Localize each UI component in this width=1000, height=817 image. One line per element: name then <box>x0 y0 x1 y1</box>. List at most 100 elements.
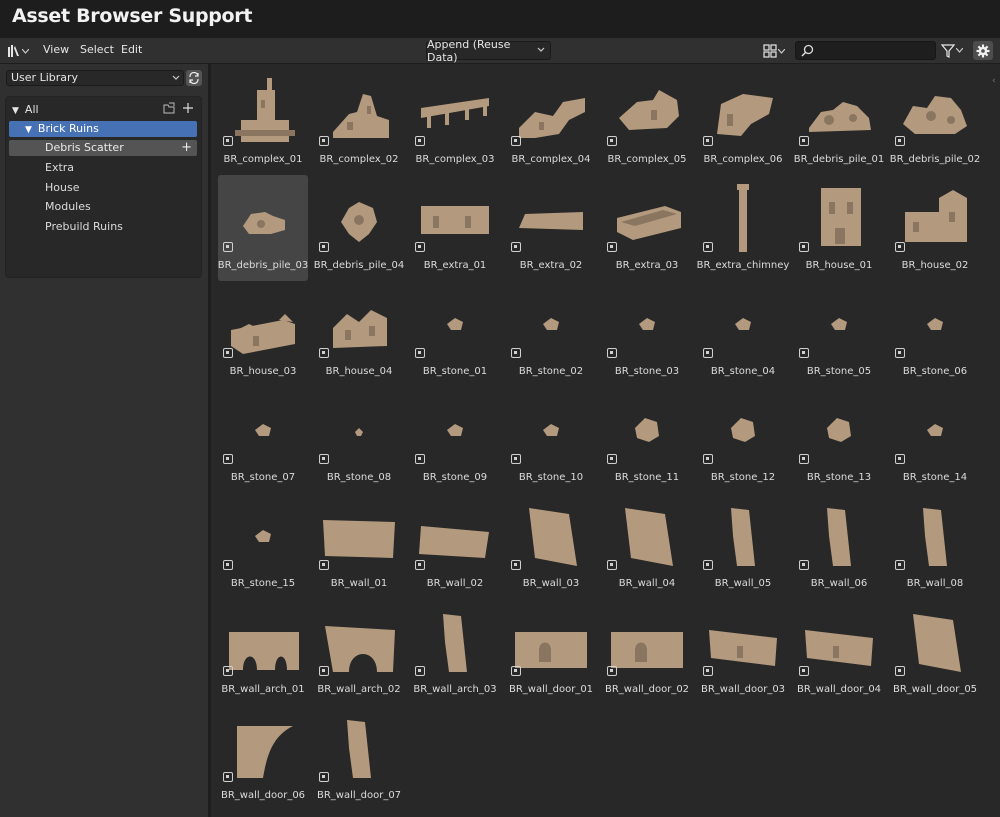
asset-tile[interactable]: BR_complex_02 <box>314 69 404 175</box>
asset-checkbox-icon[interactable] <box>319 666 329 676</box>
asset-checkbox-icon[interactable] <box>799 454 809 464</box>
asset-tile[interactable]: BR_extra_03 <box>602 175 692 281</box>
asset-tile[interactable]: BR_stone_12 <box>698 387 788 493</box>
asset-checkbox-icon[interactable] <box>319 348 329 358</box>
asset-checkbox-icon[interactable] <box>319 242 329 252</box>
asset-tile[interactable]: BR_complex_01 <box>218 69 308 175</box>
search-input[interactable] <box>795 41 936 60</box>
asset-checkbox-icon[interactable] <box>223 454 233 464</box>
asset-tile[interactable]: BR_debris_pile_01 <box>794 69 884 175</box>
asset-checkbox-icon[interactable] <box>223 348 233 358</box>
asset-tile[interactable]: BR_stone_02 <box>506 281 596 387</box>
catalog-debris-scatter[interactable]: Debris Scatter + <box>9 140 197 156</box>
asset-checkbox-icon[interactable] <box>799 136 809 146</box>
asset-tile[interactable]: BR_wall_door_07 <box>314 705 404 811</box>
expand-triangle-icon[interactable]: ▼ <box>12 103 19 119</box>
asset-checkbox-icon[interactable] <box>607 348 617 358</box>
asset-checkbox-icon[interactable] <box>319 454 329 464</box>
asset-checkbox-icon[interactable] <box>607 136 617 146</box>
asset-tile[interactable]: BR_stone_08 <box>314 387 404 493</box>
asset-checkbox-icon[interactable] <box>223 136 233 146</box>
import-method-dropdown[interactable]: Append (Reuse Data) <box>426 38 551 64</box>
asset-tile[interactable]: BR_house_02 <box>890 175 980 281</box>
asset-tile[interactable]: BR_wall_arch_03 <box>410 599 500 705</box>
expand-triangle-icon[interactable]: ▼ <box>25 122 32 138</box>
asset-tile[interactable]: BR_stone_04 <box>698 281 788 387</box>
asset-tile[interactable]: BR_wall_arch_01 <box>218 599 308 705</box>
asset-checkbox-icon[interactable] <box>703 136 713 146</box>
add-icon[interactable] <box>183 103 193 113</box>
asset-tile[interactable]: BR_complex_03 <box>410 69 500 175</box>
asset-checkbox-icon[interactable] <box>703 348 713 358</box>
asset-checkbox-icon[interactable] <box>319 772 329 782</box>
asset-tile[interactable]: BR_stone_06 <box>890 281 980 387</box>
asset-tile[interactable]: BR_stone_01 <box>410 281 500 387</box>
menu-select[interactable]: Select <box>80 43 114 56</box>
filter-button[interactable] <box>941 41 969 60</box>
asset-checkbox-icon[interactable] <box>223 242 233 252</box>
asset-tile[interactable]: BR_wall_arch_02 <box>314 599 404 705</box>
asset-checkbox-icon[interactable] <box>511 136 521 146</box>
asset-tile[interactable]: BR_wall_06 <box>794 493 884 599</box>
catalog-all[interactable]: ▼ All <box>12 102 197 118</box>
asset-checkbox-icon[interactable] <box>511 454 521 464</box>
asset-checkbox-icon[interactable] <box>607 666 617 676</box>
asset-checkbox-icon[interactable] <box>223 772 233 782</box>
asset-checkbox-icon[interactable] <box>223 666 233 676</box>
asset-checkbox-icon[interactable] <box>799 560 809 570</box>
asset-checkbox-icon[interactable] <box>415 136 425 146</box>
asset-tile[interactable]: BR_debris_pile_04 <box>314 175 404 281</box>
asset-checkbox-icon[interactable] <box>319 136 329 146</box>
asset-tile[interactable]: BR_extra_01 <box>410 175 500 281</box>
asset-checkbox-icon[interactable] <box>415 454 425 464</box>
asset-checkbox-icon[interactable] <box>319 560 329 570</box>
library-selector[interactable]: User Library <box>6 70 184 86</box>
chevron-left-icon[interactable]: ‹ <box>992 76 996 86</box>
catalog-brick-ruins[interactable]: ▼ Brick Ruins <box>9 121 197 137</box>
asset-checkbox-icon[interactable] <box>895 242 905 252</box>
asset-tile[interactable]: BR_house_01 <box>794 175 884 281</box>
asset-tile[interactable]: BR_wall_05 <box>698 493 788 599</box>
asset-checkbox-icon[interactable] <box>703 454 713 464</box>
refresh-library-button[interactable] <box>186 70 202 86</box>
asset-tile[interactable]: BR_wall_01 <box>314 493 404 599</box>
asset-tile[interactable]: BR_wall_door_03 <box>698 599 788 705</box>
asset-tile[interactable]: BR_stone_05 <box>794 281 884 387</box>
asset-checkbox-icon[interactable] <box>223 560 233 570</box>
asset-checkbox-icon[interactable] <box>799 242 809 252</box>
asset-tile[interactable]: BR_complex_05 <box>602 69 692 175</box>
asset-tile[interactable]: BR_wall_door_05 <box>890 599 980 705</box>
asset-checkbox-icon[interactable] <box>415 242 425 252</box>
asset-checkbox-icon[interactable] <box>415 560 425 570</box>
add-icon[interactable]: + <box>181 140 192 156</box>
asset-tile[interactable]: BR_wall_door_01 <box>506 599 596 705</box>
editor-type-button[interactable] <box>5 41 31 61</box>
asset-checkbox-icon[interactable] <box>703 666 713 676</box>
asset-tile[interactable]: BR_debris_pile_02 <box>890 69 980 175</box>
asset-tile[interactable]: BR_extra_chimney <box>697 175 789 281</box>
settings-button[interactable] <box>973 41 993 60</box>
asset-checkbox-icon[interactable] <box>511 560 521 570</box>
catalog-house[interactable]: House <box>45 180 195 196</box>
asset-tile[interactable]: BR_stone_15 <box>218 493 308 599</box>
asset-checkbox-icon[interactable] <box>607 454 617 464</box>
asset-tile[interactable]: BR_wall_08 <box>890 493 980 599</box>
asset-tile[interactable]: BR_stone_11 <box>602 387 692 493</box>
asset-tile[interactable]: BR_complex_04 <box>506 69 596 175</box>
asset-tile[interactable]: BR_wall_03 <box>506 493 596 599</box>
new-catalog-icon[interactable] <box>163 102 175 114</box>
asset-tile[interactable]: BR_complex_06 <box>698 69 788 175</box>
display-mode-button[interactable] <box>763 42 789 60</box>
asset-checkbox-icon[interactable] <box>895 454 905 464</box>
menu-edit[interactable]: Edit <box>121 43 142 56</box>
asset-checkbox-icon[interactable] <box>607 242 617 252</box>
asset-tile[interactable]: BR_wall_04 <box>602 493 692 599</box>
asset-tile[interactable]: BR_wall_door_06 <box>218 705 308 811</box>
asset-tile[interactable]: BR_stone_09 <box>410 387 500 493</box>
asset-checkbox-icon[interactable] <box>511 666 521 676</box>
asset-tile[interactable]: BR_stone_10 <box>506 387 596 493</box>
asset-checkbox-icon[interactable] <box>703 560 713 570</box>
asset-checkbox-icon[interactable] <box>895 136 905 146</box>
asset-tile[interactable]: BR_stone_13 <box>794 387 884 493</box>
asset-checkbox-icon[interactable] <box>511 242 521 252</box>
